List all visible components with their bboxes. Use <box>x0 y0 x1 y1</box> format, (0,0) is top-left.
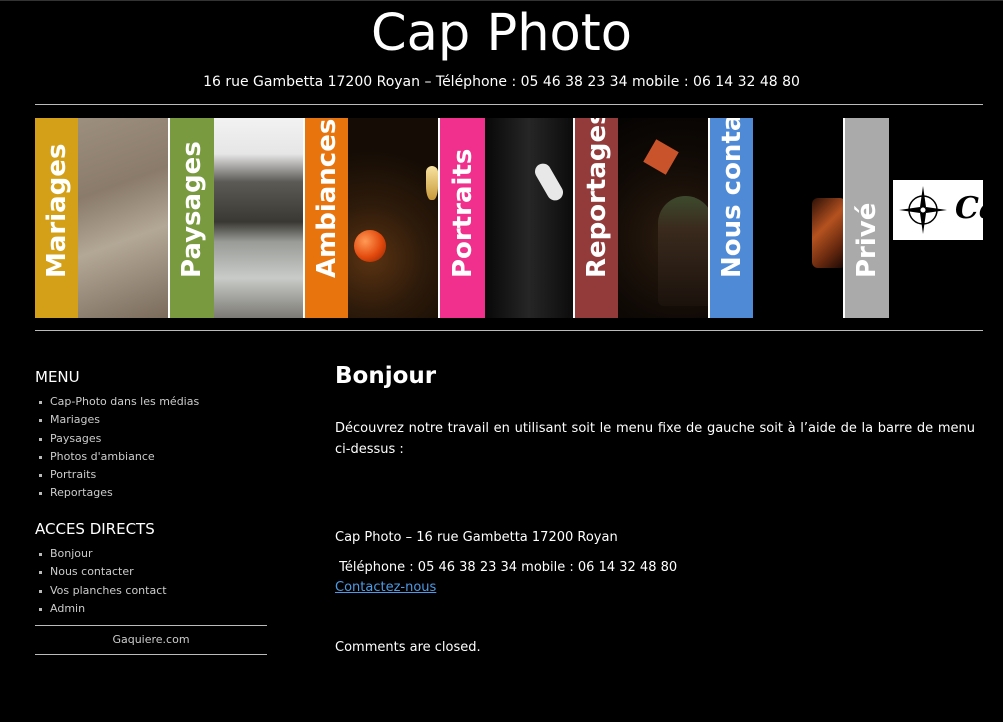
banner-tab-label: Ambiances <box>311 118 342 278</box>
contact-link[interactable]: Contactez-nous <box>335 578 436 598</box>
sidebar-menu: Cap-Photo dans les médias Mariages Paysa… <box>35 393 267 503</box>
compass-rose-icon <box>899 186 947 234</box>
banner-tab-portraits[interactable]: Portraits <box>440 118 485 318</box>
page-title: Bonjour <box>335 363 437 389</box>
photo-contact[interactable] <box>753 118 846 318</box>
sidebar-item-bonjour[interactable]: Bonjour <box>35 545 267 563</box>
sidebar-item-admin[interactable]: Admin <box>35 600 267 618</box>
hand-shape <box>532 160 566 204</box>
header-divider <box>35 104 983 105</box>
intro-text: Découvrez notre travail en utilisant soi… <box>335 421 975 457</box>
sidebar-item-paysages[interactable]: Paysages <box>35 430 267 448</box>
banner-tab-paysages[interactable]: Paysages <box>170 118 214 318</box>
sidebar-direct-links: Bonjour Nous contacter Vos planches cont… <box>35 545 267 618</box>
site-title[interactable]: Cap Photo <box>0 4 1003 64</box>
banner-tab-mariages[interactable]: Mariages <box>35 118 78 318</box>
banner-divider <box>35 330 983 331</box>
sidebar-item-reportages[interactable]: Reportages <box>35 484 267 502</box>
address-text: Cap Photo – 16 rue Gambetta 17200 Royan <box>335 530 618 545</box>
banner-tab-reportages[interactable]: Reportages <box>575 118 618 318</box>
banner-tab-label: Paysages <box>177 141 207 278</box>
fire-shape <box>812 198 846 268</box>
sidebar-item-portraits[interactable]: Portraits <box>35 466 267 484</box>
banner-tab-prive[interactable]: Privé <box>845 118 889 318</box>
banner-tab-nous-contacter[interactable]: Nous contacter <box>710 118 753 318</box>
photo-still-life[interactable] <box>348 118 438 318</box>
direct-access-heading: ACCES DIRECTS <box>35 520 155 538</box>
banner-menu: Mariages Paysages Ambiances Portraits Re… <box>35 118 983 318</box>
photo-marina[interactable] <box>214 118 303 318</box>
sidebar-item-nous-contacter[interactable]: Nous contacter <box>35 563 267 581</box>
banner-tab-label: Portraits <box>447 148 478 278</box>
menu-heading: MENU <box>35 368 80 386</box>
top-border <box>0 0 1003 1</box>
site-address: 16 rue Gambetta 17200 Royan – Téléphone … <box>203 74 800 90</box>
kite-shape <box>643 139 679 175</box>
sidebar-divider <box>35 654 267 655</box>
banner-tab-label: Privé <box>852 202 882 278</box>
glass-shape <box>426 166 438 200</box>
phone-text: Téléphone : 05 46 38 23 34 mobile : 06 1… <box>335 560 678 575</box>
photo-reportage[interactable] <box>618 118 713 318</box>
sidebar-divider <box>35 625 267 626</box>
sidebar-item-medias[interactable]: Cap-Photo dans les médias <box>35 393 267 411</box>
banner-tab-label: Nous contacter <box>716 118 747 278</box>
sidebar-item-ambiance[interactable]: Photos d'ambiance <box>35 448 267 466</box>
photo-beach[interactable] <box>78 118 168 318</box>
banner-tab-label: Reportages <box>581 118 612 278</box>
sidebar-item-mariages[interactable]: Mariages <box>35 411 267 429</box>
banner-tab-label: Mariages <box>41 143 72 278</box>
person-shape <box>658 196 713 306</box>
logo-text: Ca <box>955 191 983 226</box>
apple-shape <box>354 230 386 262</box>
photo-portrait[interactable] <box>485 118 573 318</box>
banner-tab-ambiances[interactable]: Ambiances <box>305 118 348 318</box>
comments-closed-text: Comments are closed. <box>335 640 481 655</box>
cap-photo-logo[interactable]: Ca <box>893 180 983 240</box>
sidebar-item-planches-contact[interactable]: Vos planches contact <box>35 582 267 600</box>
sidebar-footer-link[interactable]: Gaquiere.com <box>35 632 267 648</box>
